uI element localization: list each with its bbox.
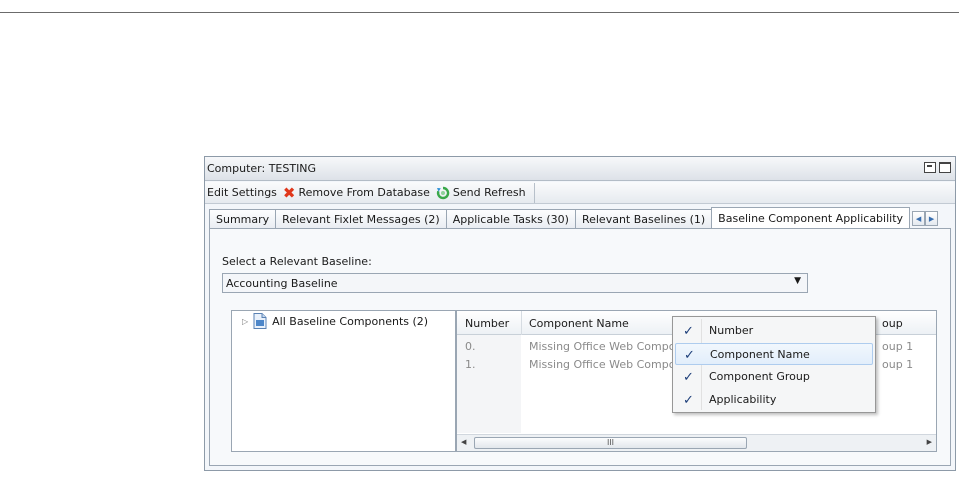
toolbar: Edit Settings ✖ Remove From Database Sen… xyxy=(205,182,955,204)
maximize-icon[interactable] xyxy=(939,162,951,173)
scrollbar-thumb[interactable]: III xyxy=(474,437,747,449)
grid-cell-number: 0. xyxy=(465,340,476,353)
select-baseline-label: Select a Relevant Baseline: xyxy=(222,255,372,268)
baseline-dropdown[interactable]: Accounting Baseline ▼ xyxy=(222,273,808,293)
checkmark-icon: ✓ xyxy=(683,324,694,339)
window-title: Computer: TESTING xyxy=(207,162,317,175)
grid-cell-group: oup 1 xyxy=(882,358,914,371)
send-refresh-label: Send Refresh xyxy=(452,186,526,199)
tab-strip: Summary Relevant Fixlet Messages (2) App… xyxy=(209,207,951,228)
scroll-right-icon[interactable]: ▶ xyxy=(927,438,932,446)
tab-scroll-left-icon[interactable]: ◀ xyxy=(912,211,926,226)
refresh-icon xyxy=(436,186,450,199)
scroll-left-icon[interactable]: ◀ xyxy=(461,438,466,446)
checkmark-icon: ✓ xyxy=(683,370,694,385)
edit-settings-label: Edit Settings xyxy=(207,186,277,199)
column-header-component-group[interactable]: oup xyxy=(882,317,903,330)
grid-cell-name: Missing Office Web Compo xyxy=(529,340,676,353)
menu-item-label: Number xyxy=(709,324,754,337)
menu-item-number[interactable]: ✓ Number xyxy=(675,320,873,342)
checkmark-icon: ✓ xyxy=(684,348,695,363)
tab-baseline-component-applicability[interactable]: Baseline Component Applicability xyxy=(711,207,911,228)
baseline-dropdown-value: Accounting Baseline xyxy=(226,277,338,290)
menu-item-component-name[interactable]: ✓ Component Name xyxy=(675,343,873,365)
undock-icon[interactable] xyxy=(924,162,936,173)
scrollbar-grip: III xyxy=(606,438,615,447)
remove-from-database-button[interactable]: ✖ Remove From Database xyxy=(282,183,430,202)
column-divider[interactable] xyxy=(521,311,522,335)
menu-item-label: Applicability xyxy=(709,393,777,406)
remove-x-icon: ✖ xyxy=(282,183,296,202)
tab-summary[interactable]: Summary xyxy=(209,209,277,228)
column-header-component-name[interactable]: Component Name xyxy=(529,317,629,330)
menu-item-label: Component Group xyxy=(709,370,810,383)
menu-item-applicability[interactable]: ✓ Applicability xyxy=(675,389,873,411)
menu-item-label: Component Name xyxy=(710,348,810,361)
window-controls xyxy=(924,162,951,173)
tree-item-label: All Baseline Components (2) xyxy=(272,314,429,328)
grid-cell-group: oup 1 xyxy=(882,340,914,353)
component-tree: ▷ All Baseline Components (2) xyxy=(231,310,456,452)
tab-relevant-fixlet-messages[interactable]: Relevant Fixlet Messages (2) xyxy=(275,209,447,228)
toolbar-separator xyxy=(533,182,535,203)
chevron-down-icon: ▼ xyxy=(794,276,801,286)
tab-scroll-buttons: ◀ ▶ xyxy=(912,211,939,226)
send-refresh-button[interactable]: Send Refresh xyxy=(436,186,526,200)
edit-settings-button[interactable]: Edit Settings xyxy=(207,186,277,199)
window-titlebar: Computer: TESTING xyxy=(205,157,955,181)
horizontal-scrollbar[interactable]: ◀ III ▶ xyxy=(457,434,936,451)
grid-cell-number: 1. xyxy=(465,358,476,371)
tab-scroll-right-icon[interactable]: ▶ xyxy=(925,211,939,226)
grid-cell-name: Missing Office Web Compo xyxy=(529,358,676,371)
top-divider xyxy=(0,12,959,13)
tab-relevant-baselines[interactable]: Relevant Baselines (1) xyxy=(574,209,713,228)
checkmark-icon: ✓ xyxy=(683,393,694,408)
tree-item-all-components[interactable]: ▷ All Baseline Components (2) xyxy=(242,313,428,329)
column-context-menu: ✓ Number ✓ Component Name ✓ Component Gr… xyxy=(672,316,876,413)
remove-from-database-label: Remove From Database xyxy=(298,186,430,199)
computer-window: Computer: TESTING Edit Settings ✖ Remove… xyxy=(204,156,956,471)
tab-applicable-tasks[interactable]: Applicable Tasks (30) xyxy=(445,209,576,228)
menu-item-component-group[interactable]: ✓ Component Group xyxy=(675,366,873,388)
column-header-number[interactable]: Number xyxy=(465,317,509,330)
document-icon xyxy=(253,313,267,329)
expand-arrow-icon[interactable]: ▷ xyxy=(242,317,248,326)
